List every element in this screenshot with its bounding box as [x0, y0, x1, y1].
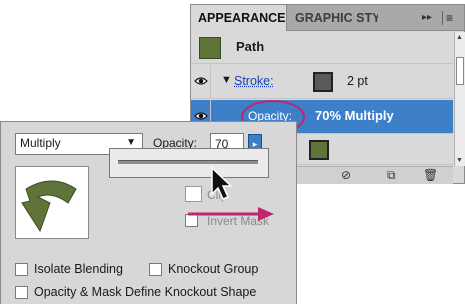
new-item-icon[interactable]: ⧉ [387, 168, 396, 183]
visibility-toggle[interactable] [191, 65, 211, 98]
tab-appearance[interactable]: APPEARANCE [191, 5, 287, 31]
stroke-link[interactable]: Stroke: [234, 74, 274, 88]
opacity-slider-track[interactable] [118, 160, 258, 164]
appearance-row-path[interactable]: Path [191, 32, 453, 64]
scroll-down-icon[interactable]: ▼ [456, 157, 463, 164]
disclosure-triangle-icon[interactable]: ▼ [221, 74, 232, 86]
panel-menu-icon[interactable]: ≡ [446, 5, 453, 31]
make-mask-button[interactable] [185, 186, 202, 202]
stroke-color-swatch[interactable] [313, 72, 333, 92]
opacity-slider-popup[interactable] [109, 148, 269, 178]
fill-color-swatch[interactable] [309, 140, 329, 160]
appearance-scrollbar[interactable]: ▲ ▼ [454, 32, 465, 166]
clear-icon[interactable]: ⊘ [341, 168, 351, 182]
opacity-mask-knockout-label: Opacity & Mask Define Knockout Shape [34, 285, 257, 299]
opacity-mask-knockout-checkbox[interactable] [15, 286, 28, 299]
opacity-summary: 70% Multiply [315, 108, 394, 123]
chevron-down-icon: ▼ [126, 137, 136, 148]
path-thumbnail [199, 37, 221, 59]
scroll-thumb[interactable] [456, 57, 464, 85]
callout-arrow-icon [188, 207, 274, 221]
appearance-row-stroke[interactable]: ▼ Stroke: 2 pt [191, 65, 453, 99]
scroll-up-icon[interactable]: ▲ [456, 34, 463, 41]
eye-icon [194, 77, 208, 85]
stroke-weight-value[interactable]: 2 pt [347, 74, 368, 88]
isolate-blending-checkbox[interactable] [15, 263, 28, 276]
arrow-shape-icon [21, 180, 77, 233]
panel-tabbar: APPEARANCE GRAPHIC STY ▸▸ ≡ [191, 5, 464, 31]
tab-separator [442, 11, 443, 25]
tab-graphic-styles[interactable]: GRAPHIC STY [288, 5, 378, 31]
panel-collapse-button[interactable]: ▸▸ [415, 5, 439, 31]
delete-icon[interactable]: 🗑 [423, 168, 438, 182]
path-label: Path [236, 39, 265, 54]
knockout-group-label: Knockout Group [168, 262, 259, 276]
knockout-group-checkbox[interactable] [149, 263, 162, 276]
isolate-blending-label: Isolate Blending [34, 262, 123, 276]
blend-mode-value: Multiply [20, 136, 61, 150]
eye-icon [194, 112, 208, 120]
mouse-pointer-icon [211, 166, 233, 200]
object-thumbnail [15, 166, 89, 239]
